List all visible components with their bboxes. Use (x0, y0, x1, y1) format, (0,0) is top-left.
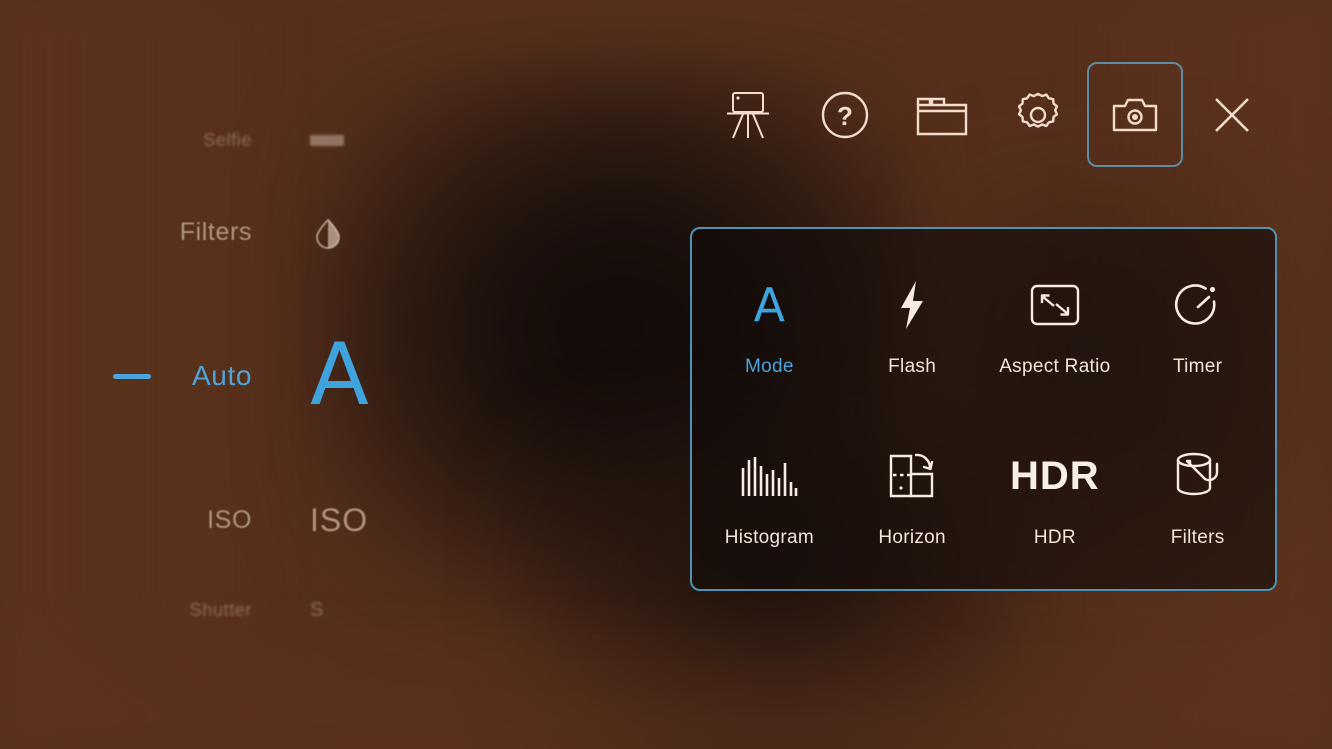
option-flash-label: Flash (888, 355, 937, 377)
camera-app-screen: Selfie Filters Auto A ISO ISO Shutter S … (0, 0, 1332, 749)
rail-item-auto-value: A (310, 325, 369, 426)
letter-s-icon: S (310, 599, 380, 622)
help-circle-icon: ? (818, 88, 872, 142)
rail-item-iso-label: ISO (207, 505, 252, 534)
pill-badge-icon (310, 134, 380, 146)
rail-item-auto-label: Auto (192, 360, 252, 391)
option-aspect-ratio-label: Aspect Ratio (999, 355, 1111, 377)
option-timer-label: Timer (1172, 355, 1223, 377)
rail-item-filters-label: Filters (179, 217, 252, 246)
camera-icon (1111, 95, 1159, 135)
close-icon (1210, 93, 1254, 137)
help-button[interactable]: ? (797, 62, 894, 167)
option-horizon[interactable]: Horizon (841, 408, 984, 579)
camera-options-panel: A Mode Flash Aspect Ratio Timer Histogra… (690, 227, 1277, 591)
svg-text:?: ? (837, 101, 853, 131)
option-mode[interactable]: A Mode (698, 237, 841, 408)
contrast-drop-icon (310, 214, 380, 250)
option-aspect-ratio[interactable]: Aspect Ratio (984, 237, 1127, 408)
option-timer[interactable]: Timer (1126, 237, 1269, 408)
option-histogram-label: Histogram (724, 526, 815, 548)
hdr-text-icon: HDR (1010, 439, 1100, 513)
option-histogram[interactable]: Histogram (698, 408, 841, 579)
hdr-glyph-text: HDR (1010, 453, 1100, 498)
close-button[interactable] (1183, 62, 1280, 167)
settings-rail[interactable]: Selfie Filters Auto A ISO ISO Shutter S (0, 0, 400, 749)
option-hdr[interactable]: HDR HDR (984, 408, 1127, 579)
option-hdr-label: HDR (1033, 526, 1076, 548)
iso-text-icon: ISO (310, 502, 380, 539)
gallery-button[interactable] (893, 62, 990, 167)
option-filters[interactable]: Filters (1126, 408, 1269, 579)
aspect-ratio-icon (1029, 268, 1081, 342)
option-filters-label: Filters (1170, 526, 1225, 548)
histogram-icon (739, 439, 799, 513)
letter-a-icon: A (310, 325, 380, 426)
gear-icon (1013, 90, 1063, 140)
paint-bucket-icon (1173, 439, 1223, 513)
folder-icon (914, 91, 970, 139)
settings-button[interactable] (990, 62, 1087, 167)
rail-item-auto[interactable]: Auto A (0, 332, 400, 419)
flash-bolt-icon (894, 268, 930, 342)
camera-button[interactable] (1086, 62, 1184, 167)
tripod-icon (725, 88, 771, 142)
timer-icon (1172, 268, 1224, 342)
mode-auto-a-icon: A (753, 277, 786, 332)
option-horizon-label: Horizon (878, 526, 946, 548)
rail-item-selfie-label: Selfie (203, 129, 252, 150)
rail-item-filters[interactable]: Filters (0, 204, 400, 260)
top-toolbar: ? (700, 62, 1280, 167)
rail-item-shutter[interactable]: Shutter S (0, 582, 400, 638)
option-flash[interactable]: Flash (841, 237, 984, 408)
rail-item-shutter-label: Shutter (189, 599, 252, 620)
tripod-button[interactable] (700, 62, 797, 167)
rail-item-shutter-value: S (310, 598, 325, 621)
rail-item-iso-value: ISO (310, 501, 369, 538)
rail-item-selfie[interactable]: Selfie (0, 112, 400, 168)
rail-item-iso[interactable]: ISO ISO (0, 492, 400, 548)
option-mode-label: Mode (745, 355, 794, 377)
horizon-rotate-icon (885, 439, 939, 513)
selected-indicator-dash (113, 373, 151, 379)
